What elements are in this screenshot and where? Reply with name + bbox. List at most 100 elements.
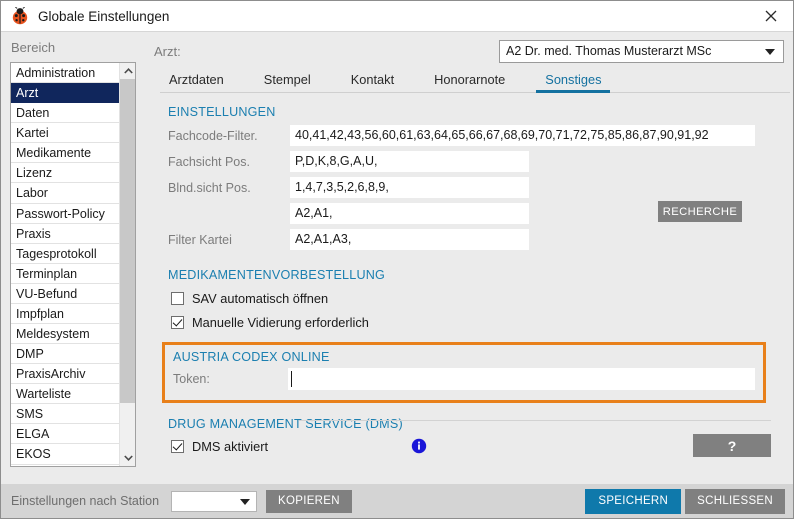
sidebar-list[interactable]: Administration Arzt Daten Kartei Medikamente…: [10, 62, 136, 467]
tab-label: Sonstiges: [545, 72, 602, 87]
ladybug-icon: [10, 6, 30, 25]
tab-sonstiges[interactable]: Sonstiges: [536, 72, 611, 93]
sidebar-scrollbar[interactable]: [119, 63, 135, 466]
station-label: Einstellungen nach Station: [11, 494, 160, 508]
sidebar-item-labor[interactable]: Labor: [11, 183, 120, 204]
sidebar-item-label: Daten: [16, 106, 50, 121]
sidebar-item-sms[interactable]: SMS: [11, 404, 120, 425]
tab-label: Arztdaten: [169, 72, 224, 87]
sidebar-item-label: ELGA: [16, 427, 50, 442]
field-label: Filter Kartei: [168, 232, 232, 247]
checkbox-label: Manuelle Vidierung erforderlich: [192, 315, 369, 330]
footer-actions: SPEICHERN SCHLIESSEN: [585, 488, 785, 514]
sidebar-item-label: Meldesystem: [16, 327, 90, 342]
sidebar-item-daten[interactable]: Daten: [11, 103, 120, 124]
scroll-down-icon[interactable]: [120, 450, 135, 466]
arzt-dropdown[interactable]: A2 Dr. med. Thomas Musterarzt MSc: [499, 39, 784, 63]
global-settings-dialog: Globale Einstellungen Bereich Administra…: [0, 0, 794, 519]
tab-kontakt[interactable]: Kontakt: [342, 72, 403, 92]
sidebar-scroll-thumb[interactable]: [120, 79, 135, 403]
token-label: Token:: [173, 372, 210, 386]
field-input[interactable]: P,D,K,8,G,A,U,: [290, 151, 529, 172]
title-bar: Globale Einstellungen: [1, 1, 793, 32]
sidebar-item-label: Medikamente: [16, 146, 92, 161]
chevron-down-icon: [240, 499, 251, 505]
sidebar-item-elga[interactable]: ELGA: [11, 424, 120, 445]
sidebar-item-kartei[interactable]: Kartei: [11, 123, 120, 144]
tab-honorarnote[interactable]: Honorarnote: [425, 72, 514, 92]
dms-aktiviert-label: DMS aktiviert: [192, 439, 269, 454]
dialog-body: Bereich Administration Arzt Daten Kartei Med…: [1, 32, 793, 484]
tab-label: Kontakt: [350, 72, 395, 87]
austria-codex-title: AUSTRIA CODEX ONLINE: [173, 350, 330, 364]
sidebar-item-dmp[interactable]: DMP: [11, 344, 120, 365]
checkbox-label: SAV automatisch öffnen: [192, 291, 329, 306]
sidebar-item-label: Impfplan: [16, 306, 64, 321]
sidebar-item-label: Kartei: [16, 126, 49, 141]
sidebar-item-label: Terminplan: [16, 266, 78, 281]
schliessen-button[interactable]: SCHLIESSEN: [685, 488, 785, 514]
austria-codex-highlight-box: AUSTRIA CODEX ONLINE Token:: [162, 342, 766, 403]
tab-label: Honorarnote: [434, 72, 506, 87]
dms-aktiviert-checkbox[interactable]: [171, 440, 184, 453]
sidebar-item-label: Warteliste: [16, 387, 72, 402]
sidebar-label: Bereich: [11, 40, 56, 55]
sidebar-item-vu-befund[interactable]: VU-Befund: [11, 284, 120, 304]
sidebar-item-ekos[interactable]: EKOS: [11, 444, 120, 465]
separator: [299, 420, 771, 421]
station-dropdown[interactable]: [171, 490, 258, 512]
text-caret: [291, 371, 292, 387]
field-row: Filter Kartei A2,A1,A3,: [168, 229, 793, 250]
field-row: Fachsicht Pos. P,D,K,8,G,A,U,: [168, 151, 793, 172]
recherche-button[interactable]: RECHERCHE: [658, 201, 742, 222]
sidebar-item-arzt[interactable]: Arzt: [11, 83, 120, 104]
speichern-button[interactable]: SPEICHERN: [585, 488, 682, 514]
field-input[interactable]: 1,4,7,3,5,2,6,8,9,: [290, 177, 529, 198]
sidebar-item-terminplan[interactable]: Terminplan: [11, 264, 120, 284]
sidebar-item-passwort-policy[interactable]: Passwort-Policy: [11, 204, 120, 224]
tab-stempel[interactable]: Stempel: [255, 72, 320, 92]
sidebar-item-warteliste[interactable]: Warteliste: [11, 384, 120, 405]
field-row: Fachcode-Filter. 40,41,42,43,56,60,61,63,…: [168, 125, 793, 146]
einstellungen-title: EINSTELLUNGEN: [168, 105, 276, 119]
checkbox-sav-automatisch-öffnen[interactable]: [171, 292, 184, 305]
sidebar-item-label: Praxis: [16, 226, 51, 241]
token-input[interactable]: [288, 368, 755, 390]
sidebar-item-label: DMP: [16, 347, 44, 362]
info-icon[interactable]: [411, 438, 427, 454]
sidebar-item-meldesystem[interactable]: Meldesystem: [11, 324, 120, 345]
sidebar-item-medikamente[interactable]: Medikamente: [11, 143, 120, 164]
sidebar-item-impfplan[interactable]: Impfplan: [11, 304, 120, 325]
tab-bar: Arztdaten Stempel Kontakt Honorarnote Sonsti…: [160, 68, 790, 93]
sidebar-item-label: VU-Befund: [16, 286, 78, 301]
main-panel: Arzt: A2 Dr. med. Thomas Musterarzt MSc …: [146, 32, 793, 484]
field-input[interactable]: A2,A1,A3,: [290, 229, 529, 250]
checkbox-row[interactable]: Manuelle Vidierung erforderlich: [171, 315, 793, 330]
tab-arztdaten[interactable]: Arztdaten: [160, 72, 233, 92]
token-row: Token:: [173, 368, 755, 390]
chevron-down-icon: [765, 49, 775, 55]
scroll-up-icon[interactable]: [120, 63, 135, 79]
field-row: Blnd.sicht Pos. 1,4,7,3,5,2,6,8,9,: [168, 177, 793, 198]
field-input[interactable]: A2,A1,: [290, 203, 529, 224]
sidebar: Bereich Administration Arzt Daten Kartei Med…: [1, 32, 146, 484]
einstellungen-section: EINSTELLUNGEN Fachcode-Filter. 40,41,42,4…: [168, 105, 793, 250]
field-input[interactable]: 40,41,42,43,56,60,61,63,64,65,66,67,68,6…: [290, 125, 755, 146]
sidebar-item-label: Lizenz: [16, 166, 53, 181]
sidebar-item-label: EKOS: [16, 447, 51, 462]
sidebar-item-label: Arzt: [16, 86, 39, 101]
checkbox-manuelle-vidierung-erforderlich[interactable]: [171, 316, 184, 329]
sidebar-item-tagesprotokoll[interactable]: Tagesprotokoll: [11, 244, 120, 264]
field-label: Fachcode-Filter.: [168, 128, 258, 143]
medikamentenvorbestellung-section: MEDIKAMENTENVORBESTELLUNG SAV automatisc…: [168, 268, 793, 330]
arzt-selector-row: Arzt: A2 Dr. med. Thomas Musterarzt MSc: [154, 32, 793, 64]
close-icon: [765, 10, 776, 22]
sidebar-item-praxisarchiv[interactable]: PraxisArchiv: [11, 364, 120, 385]
checkbox-row[interactable]: SAV automatisch öffnen: [171, 291, 793, 306]
kopieren-button[interactable]: KOPIEREN: [266, 489, 352, 513]
sidebar-item-lizenz[interactable]: Lizenz: [11, 163, 120, 184]
sidebar-item-praxis[interactable]: Praxis: [11, 224, 120, 244]
close-button[interactable]: [748, 1, 793, 31]
sidebar-item-administration[interactable]: Administration: [11, 63, 120, 84]
help-button[interactable]: ?: [693, 434, 771, 457]
